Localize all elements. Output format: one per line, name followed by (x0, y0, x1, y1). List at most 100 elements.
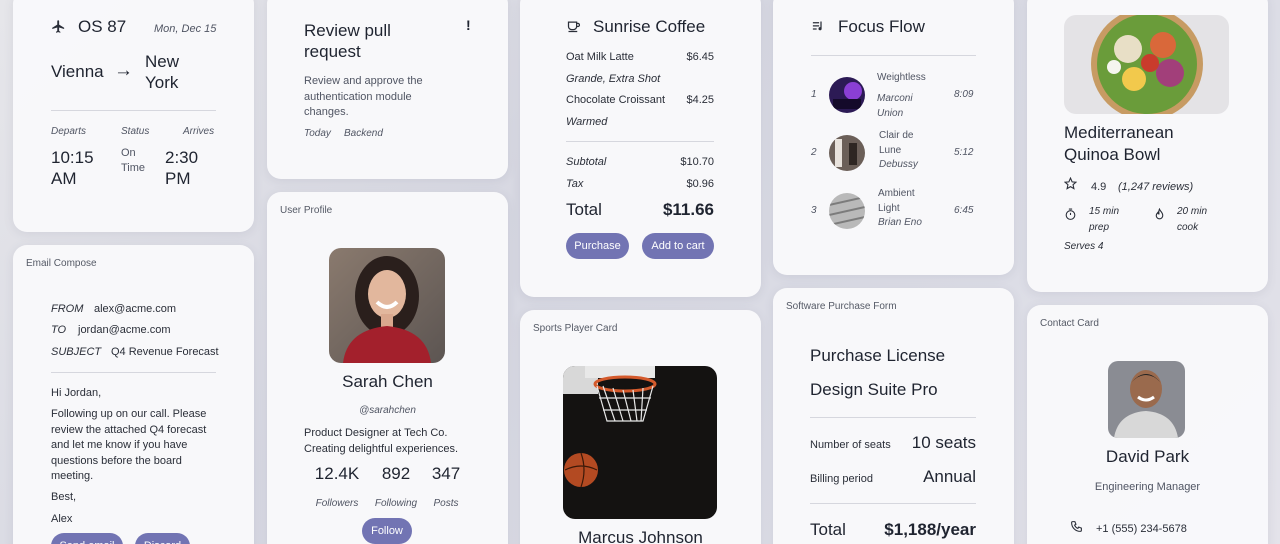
seats-value[interactable]: 10 seats (883, 433, 976, 453)
item-note: Warmed (566, 116, 608, 128)
sports-player-card: Sports Player Card Marcus Johnson (520, 310, 761, 544)
flight-origin: Vienna (51, 62, 104, 81)
flight-arrow: → (114, 60, 133, 81)
album-art (829, 77, 865, 113)
email-signoff[interactable]: Best, (51, 491, 76, 503)
send-email-button[interactable]: Send email (51, 533, 123, 544)
review-count[interactable]: (1,247 reviews) (1118, 181, 1193, 193)
product-name: Design Suite Pro (810, 380, 938, 399)
avatar (329, 248, 445, 363)
coffee-order-card: Sunrise Coffee Oat Milk Latte $6.45 Gran… (520, 0, 761, 297)
seats-label: Number of seats (810, 439, 891, 451)
track-duration: 8:09 (954, 89, 974, 100)
flight-date: Mon, Dec 15 (154, 23, 217, 35)
contact-phone[interactable]: +1 (555) 234-5678 (1096, 523, 1187, 535)
purchase-button[interactable]: Purchase (566, 233, 629, 259)
cook-time: 20 min cook (1177, 206, 1208, 233)
task-card[interactable]: Review pull request ! Review and approve… (267, 0, 508, 179)
flame-icon (1153, 208, 1166, 221)
star-icon (1064, 177, 1077, 190)
servings: Serves 4 (1064, 241, 1104, 252)
user-profile-card: User Profile Sarah Chen @sarahchen Produ… (267, 192, 508, 544)
tax-value: $0.96 (686, 178, 714, 190)
track-row[interactable]: 3 Ambient Light Brian Eno 6:45 (773, 182, 1014, 238)
playlist-card: Focus Flow 1 Weightless Marconi Union 8:… (773, 0, 1014, 275)
status-value: On Time (121, 147, 146, 174)
flight-destination: New York (145, 52, 180, 92)
track-title: Ambient Light (878, 188, 915, 214)
contact-card: Contact Card David Park Engineering Mana… (1027, 305, 1268, 544)
email-greeting[interactable]: Hi Jordan, (51, 387, 101, 399)
flight-code: OS 87 (78, 17, 127, 36)
task-description: Review and approve the authentication mo… (304, 75, 423, 118)
recipe-title: Mediterranean Quinoa Bowl (1064, 123, 1174, 164)
track-number: 2 (811, 147, 817, 158)
track-row[interactable]: 2 Clair de Lune Debussy 5:12 (773, 124, 1014, 180)
software-purchase-card: Software Purchase Form Purchase License … (773, 288, 1014, 544)
status-label: Status (121, 126, 150, 137)
flight-card: OS 87 Mon, Dec 15 Vienna → New York Depa… (13, 0, 254, 232)
player-name: Marcus Johnson (578, 528, 703, 544)
posts-label: Posts (433, 498, 459, 509)
following-count: 892 (381, 464, 411, 483)
contact-role: Engineering Manager (1094, 481, 1201, 493)
following-label: Following (374, 498, 418, 509)
track-artist: Debussy (879, 159, 918, 170)
track-title: Weightless (877, 72, 926, 83)
album-art (829, 135, 865, 171)
track-number: 1 (811, 89, 817, 100)
followers-count: 12.4K (314, 464, 360, 483)
item-price: $4.25 (686, 94, 714, 106)
profile-handle: @sarahchen (359, 405, 416, 416)
recipe-card: Mediterranean Quinoa Bowl 4.9 (1,247 rev… (1027, 0, 1268, 292)
shop-name: Sunrise Coffee (593, 17, 706, 36)
total-label: Total (810, 520, 846, 539)
card-tag: User Profile (280, 205, 333, 216)
profile-name: Sarah Chen (342, 372, 433, 391)
subtotal-value: $10.70 (680, 156, 714, 168)
divider (51, 110, 216, 111)
email-compose-card: Email Compose FROM alex@acme.com TO jord… (13, 245, 254, 544)
album-art (829, 193, 865, 229)
divider (51, 372, 216, 373)
divider (566, 141, 714, 142)
card-tag: Email Compose (26, 258, 97, 269)
divider (810, 417, 976, 418)
departs-label: Departs (51, 126, 87, 137)
phone-icon (1070, 520, 1083, 533)
task-category: Backend (344, 128, 383, 139)
card-tag: Software Purchase Form (786, 301, 897, 312)
to-label: TO (51, 324, 67, 336)
total-value: $1,188/year (884, 520, 976, 539)
billing-value[interactable]: Annual (883, 467, 976, 487)
discard-button[interactable]: Discard (135, 533, 190, 544)
track-duration: 6:45 (954, 205, 974, 216)
card-tag: Sports Player Card (533, 323, 618, 334)
track-artist: Brian Eno (878, 217, 922, 228)
total-value: $11.66 (662, 200, 714, 219)
add-to-cart-button[interactable]: Add to cart (642, 233, 714, 259)
item-name: Oat Milk Latte (566, 51, 634, 63)
track-title: Clair de Lune (879, 130, 914, 156)
track-row[interactable]: 1 Weightless Marconi Union 8:09 (773, 66, 1014, 122)
subject-value[interactable]: Q4 Revenue Forecast (111, 346, 219, 358)
item-price: $6.45 (686, 51, 714, 63)
from-label: FROM (51, 303, 84, 315)
subject-label: SUBJECT (51, 346, 102, 358)
email-body[interactable]: Following up on our call. Please review … (51, 407, 216, 485)
divider (811, 55, 976, 56)
from-value[interactable]: alex@acme.com (94, 303, 176, 315)
profile-bio: Product Designer at Tech Co. Creating de… (304, 427, 459, 455)
billing-label: Billing period (810, 473, 873, 485)
email-signature[interactable]: Alex (51, 513, 72, 525)
arrives-time: 2:30 PM (165, 148, 199, 188)
recipe-photo (1064, 15, 1229, 114)
playlist-icon (811, 19, 826, 34)
track-number: 3 (811, 205, 817, 216)
follow-button[interactable]: Follow (362, 518, 412, 544)
coffee-cup-icon (566, 19, 581, 34)
arrives-label: Arrives (183, 126, 215, 137)
posts-count: 347 (431, 464, 461, 483)
card-tag: Contact Card (1040, 318, 1099, 329)
to-value[interactable]: jordan@acme.com (78, 324, 170, 336)
